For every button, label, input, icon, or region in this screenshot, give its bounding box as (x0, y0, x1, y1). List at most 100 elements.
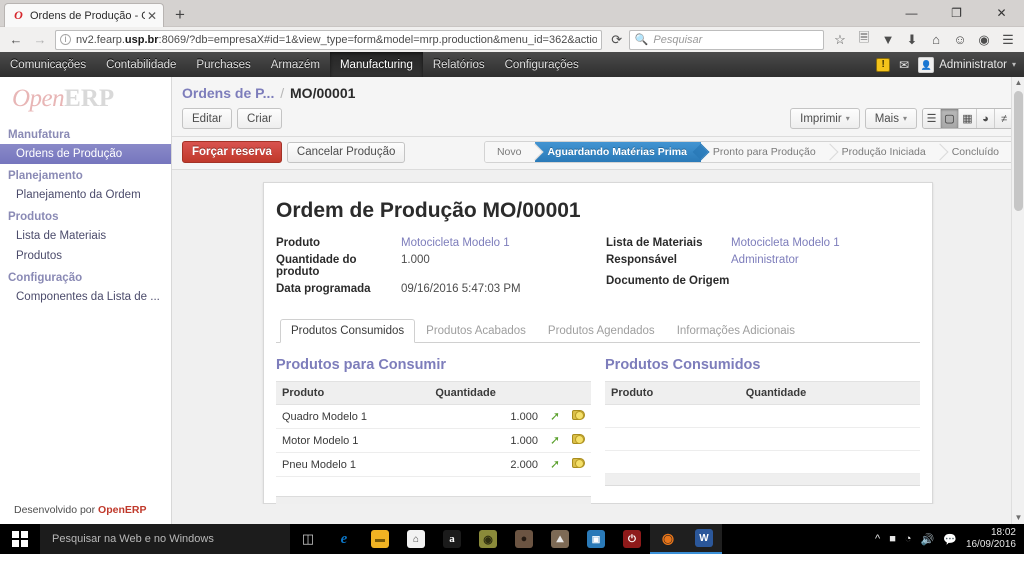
print-button[interactable]: Imprimir ▾ (790, 108, 860, 129)
form-view-icon[interactable]: ▢ (941, 109, 959, 128)
force-reserve-button[interactable]: Forçar reserva (182, 141, 282, 163)
system-tray: ^ ■ ◔ 🔊 💬 18:02 16/09/2016 (875, 527, 1024, 551)
app-olive-icon[interactable]: ◉ (470, 524, 506, 554)
firefox-icon[interactable]: ◉ (650, 524, 686, 554)
column-header-produto[interactable]: Produto (605, 381, 740, 405)
field-value[interactable]: Administrator (731, 254, 799, 266)
sidebar-item-lista-de-materiais[interactable]: Lista de Materiais (0, 226, 171, 246)
scroll-down-icon[interactable]: ▼ (1012, 512, 1024, 524)
envelope-icon[interactable]: ✉ (899, 58, 909, 72)
menu-item-manufacturing[interactable]: Manufacturing (329, 52, 423, 77)
calendar-view-icon[interactable]: ▦ (959, 109, 977, 128)
table-footer-cell (605, 473, 920, 486)
sidebar-item-ordens-de-producao[interactable]: Ordens de Produção (0, 144, 171, 164)
form-columns: Produto Motocicleta Modelo 1 Quantidade … (276, 237, 920, 300)
clock[interactable]: 18:02 16/09/2016 (966, 527, 1016, 551)
menu-item-armazem[interactable]: Armazém (261, 52, 330, 77)
scroll-up-icon[interactable]: ▲ (1012, 77, 1024, 89)
menu-item-relatorios[interactable]: Relatórios (423, 52, 495, 77)
warning-icon[interactable]: ! (876, 57, 891, 72)
graph-view-icon[interactable]: ◕ (977, 109, 995, 128)
status-producao-iniciada[interactable]: Produção Iniciada (829, 142, 940, 162)
edit-button[interactable]: Editar (182, 108, 233, 129)
status-novo[interactable]: Novo (484, 142, 536, 162)
home-icon[interactable]: ⌂ (924, 29, 948, 51)
create-button[interactable]: Criar (237, 108, 282, 129)
sidebar-item-planejamento-da-ordem[interactable]: Planejamento da Ordem (0, 185, 171, 205)
app-blue-icon[interactable]: ▣ (578, 524, 614, 554)
forward-icon[interactable]: → (28, 29, 52, 51)
url-bar[interactable]: i nv2.fearp.usp.br:8069/?db=empresaX#id=… (55, 29, 602, 50)
start-button[interactable] (0, 524, 40, 554)
column-header-quantidade[interactable]: Quantidade (739, 381, 920, 405)
table-row[interactable]: Pneu Modelo 1 2.000 ➚ (276, 452, 591, 477)
minimize-icon[interactable]: — (889, 0, 934, 26)
edge-icon[interactable]: e (326, 524, 362, 554)
field-value[interactable]: Motocicleta Modelo 1 (731, 237, 840, 249)
sidebar-item-componentes-lista[interactable]: Componentes da Lista de ... (0, 287, 171, 307)
photos-icon[interactable]: ⛰ (542, 524, 578, 554)
table-row[interactable]: Quadro Modelo 1 1.000 ➚ (276, 404, 591, 429)
package-icon[interactable] (566, 452, 591, 477)
menu-item-configuracoes[interactable]: Configurações (495, 52, 589, 77)
breadcrumb-parent[interactable]: Ordens de P... (182, 85, 274, 101)
content-scrollbar[interactable]: ▲ ▼ (1011, 77, 1024, 524)
maximize-icon[interactable]: ❐ (934, 0, 979, 26)
task-view-icon[interactable]: ◫ (290, 524, 326, 554)
green-arrow-icon[interactable]: ➚ (543, 404, 566, 429)
column-header-quantidade[interactable]: Quantidade (429, 381, 544, 405)
action-center-icon[interactable]: 💬 (943, 533, 957, 546)
word-icon[interactable]: W (686, 524, 722, 554)
smiley-icon[interactable]: ☺ (948, 29, 972, 51)
tray-chevron-icon[interactable]: ^ (875, 533, 880, 545)
field-value[interactable]: Motocicleta Modelo 1 (401, 237, 510, 249)
tab-produtos-agendados[interactable]: Produtos Agendados (537, 319, 666, 343)
scrollbar-thumb[interactable] (1014, 91, 1023, 211)
power-icon[interactable]: ⏻ (614, 524, 650, 554)
green-arrow-icon[interactable]: ➚ (543, 428, 566, 453)
user-menu[interactable]: 👤 Administrator ▾ (918, 56, 1016, 73)
site-info-icon[interactable]: i (60, 34, 71, 45)
sidebar: OpenERP Manufatura Ordens de Produção Pl… (0, 77, 172, 524)
menu-item-purchases[interactable]: Purchases (186, 52, 260, 77)
more-button[interactable]: Mais ▾ (864, 108, 917, 129)
status-aguardando-materias-prima[interactable]: Aguardando Matérias Prima (535, 142, 701, 162)
status-concluido[interactable]: Concluído (939, 142, 1013, 162)
window-close-icon[interactable]: ✕ (979, 0, 1024, 26)
status-pronto-para-producao[interactable]: Pronto para Produção (700, 142, 830, 162)
menu-item-contabilidade[interactable]: Contabilidade (96, 52, 186, 77)
app-brown-icon[interactable]: ● (506, 524, 542, 554)
battery-icon[interactable]: ■ (889, 533, 896, 545)
wifi-icon[interactable]: ◔ (905, 533, 912, 545)
table-row[interactable]: Motor Modelo 1 1.000 ➚ (276, 428, 591, 453)
package-icon[interactable] (566, 428, 591, 453)
tab-produtos-acabados[interactable]: Produtos Acabados (415, 319, 537, 343)
downloads-icon[interactable]: ⬇ (900, 29, 924, 51)
cancel-production-button[interactable]: Cancelar Produção (286, 141, 406, 163)
pocket-icon[interactable]: ▼ (876, 29, 900, 51)
amazon-icon[interactable]: a (434, 524, 470, 554)
reload-icon[interactable]: ⟳ (605, 29, 629, 51)
back-icon[interactable]: ← (4, 29, 28, 51)
sidebar-item-produtos[interactable]: Produtos (0, 246, 171, 266)
reading-list-icon[interactable]: 🗏 (852, 29, 876, 51)
close-icon[interactable]: ✕ (145, 10, 159, 22)
sync-icon[interactable]: ◉ (972, 29, 996, 51)
hamburger-menu-icon[interactable]: ☰ (996, 29, 1020, 51)
taskbar-search-input[interactable]: Pesquisar na Web e no Windows (40, 524, 290, 554)
tab-produtos-consumidos[interactable]: Produtos Consumidos (280, 319, 416, 343)
file-explorer-icon[interactable]: ▬ (362, 524, 398, 554)
package-icon[interactable] (566, 404, 591, 429)
new-tab-button[interactable]: + (167, 4, 193, 26)
store-icon[interactable]: ⌂ (398, 524, 434, 554)
volume-icon[interactable]: 🔊 (921, 533, 935, 546)
tab-informacoes-adicionais[interactable]: Informações Adicionais (666, 319, 806, 343)
menu-item-comunicacoes[interactable]: Comunicações (0, 52, 96, 77)
browser-search-input[interactable]: 🔍 Pesquisar (628, 29, 824, 50)
browser-tab[interactable]: O Ordens de Produção - Op... ✕ (4, 3, 164, 27)
bookmark-star-icon[interactable]: ☆ (828, 29, 852, 51)
column-header-produto[interactable]: Produto (276, 381, 430, 405)
green-arrow-icon[interactable]: ➚ (543, 452, 566, 477)
list-view-icon[interactable]: ☰ (923, 109, 941, 128)
browser-chrome: O Ordens de Produção - Op... ✕ + — ❐ ✕ ←… (0, 0, 1024, 52)
